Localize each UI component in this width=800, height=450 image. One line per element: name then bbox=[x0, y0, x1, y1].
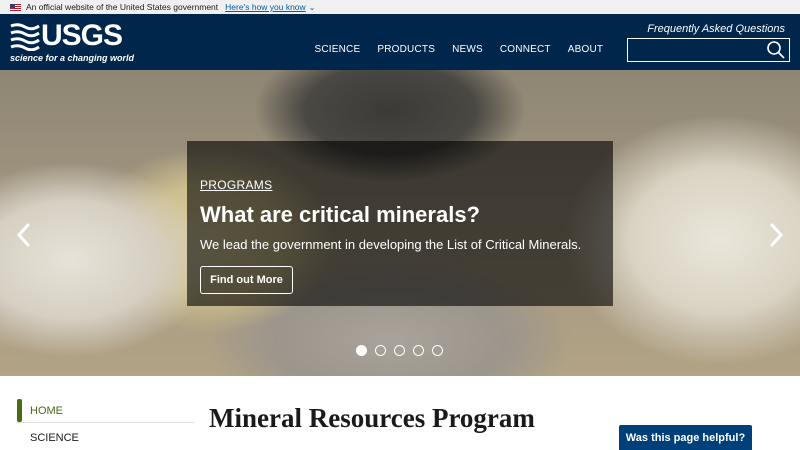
nav-news[interactable]: NEWS bbox=[452, 44, 483, 55]
chevron-right-icon bbox=[770, 223, 784, 247]
find-out-more-button[interactable]: Find out More bbox=[200, 266, 293, 294]
main-nav: SCIENCE PRODUCTS NEWS CONNECT ABOUT bbox=[306, 44, 612, 55]
sidebar-item-science[interactable]: SCIENCE bbox=[17, 423, 194, 444]
chevron-down-icon[interactable]: ⌄ bbox=[309, 3, 316, 12]
hero-card: PROGRAMS What are critical minerals? We … bbox=[187, 141, 613, 306]
nav-about[interactable]: ABOUT bbox=[568, 44, 603, 55]
page-title: Mineral Resources Program bbox=[209, 403, 535, 433]
chevron-left-icon bbox=[16, 223, 30, 247]
logo-tagline: science for a changing world bbox=[10, 53, 135, 63]
search-button[interactable] bbox=[765, 40, 787, 60]
carousel-dot-2[interactable] bbox=[375, 345, 386, 356]
carousel-dots bbox=[356, 345, 451, 356]
hero-title: What are critical minerals? bbox=[200, 202, 480, 227]
sidebar-item-home[interactable]: HOME bbox=[17, 398, 194, 423]
page-helpful-button[interactable]: Was this page helpful? bbox=[619, 425, 752, 450]
sidebar: HOME SCIENCE bbox=[17, 398, 194, 444]
usgs-wave-icon bbox=[10, 23, 40, 51]
usgs-logo[interactable]: USGS science for a changing world bbox=[10, 19, 134, 65]
gov-banner-text: An official website of the United States… bbox=[26, 2, 219, 12]
hero-carousel: PROGRAMS What are critical minerals? We … bbox=[0, 70, 800, 376]
nav-science[interactable]: SCIENCE bbox=[315, 44, 361, 55]
carousel-dot-4[interactable] bbox=[413, 345, 424, 356]
carousel-next-button[interactable] bbox=[767, 222, 785, 248]
gov-banner: An official website of the United States… bbox=[0, 0, 800, 14]
carousel-dot-3[interactable] bbox=[394, 345, 405, 356]
nav-products[interactable]: PRODUCTS bbox=[377, 44, 435, 55]
heres-how-you-know-link[interactable]: Here's how you know bbox=[225, 2, 306, 12]
logo-wordmark: USGS bbox=[41, 19, 123, 52]
us-flag-icon bbox=[10, 3, 21, 11]
faq-link[interactable]: Frequently Asked Questions bbox=[647, 23, 785, 35]
carousel-dot-5[interactable] bbox=[432, 345, 443, 356]
site-header: USGS science for a changing world Freque… bbox=[0, 14, 800, 70]
nav-connect[interactable]: CONNECT bbox=[500, 44, 551, 55]
search-input[interactable] bbox=[627, 38, 790, 62]
hero-subtitle: We lead the government in developing the… bbox=[200, 237, 582, 252]
carousel-prev-button[interactable] bbox=[15, 222, 33, 248]
hero-kicker-link[interactable]: PROGRAMS bbox=[200, 178, 272, 192]
search-icon bbox=[767, 41, 785, 59]
carousel-dot-1[interactable] bbox=[356, 345, 367, 356]
